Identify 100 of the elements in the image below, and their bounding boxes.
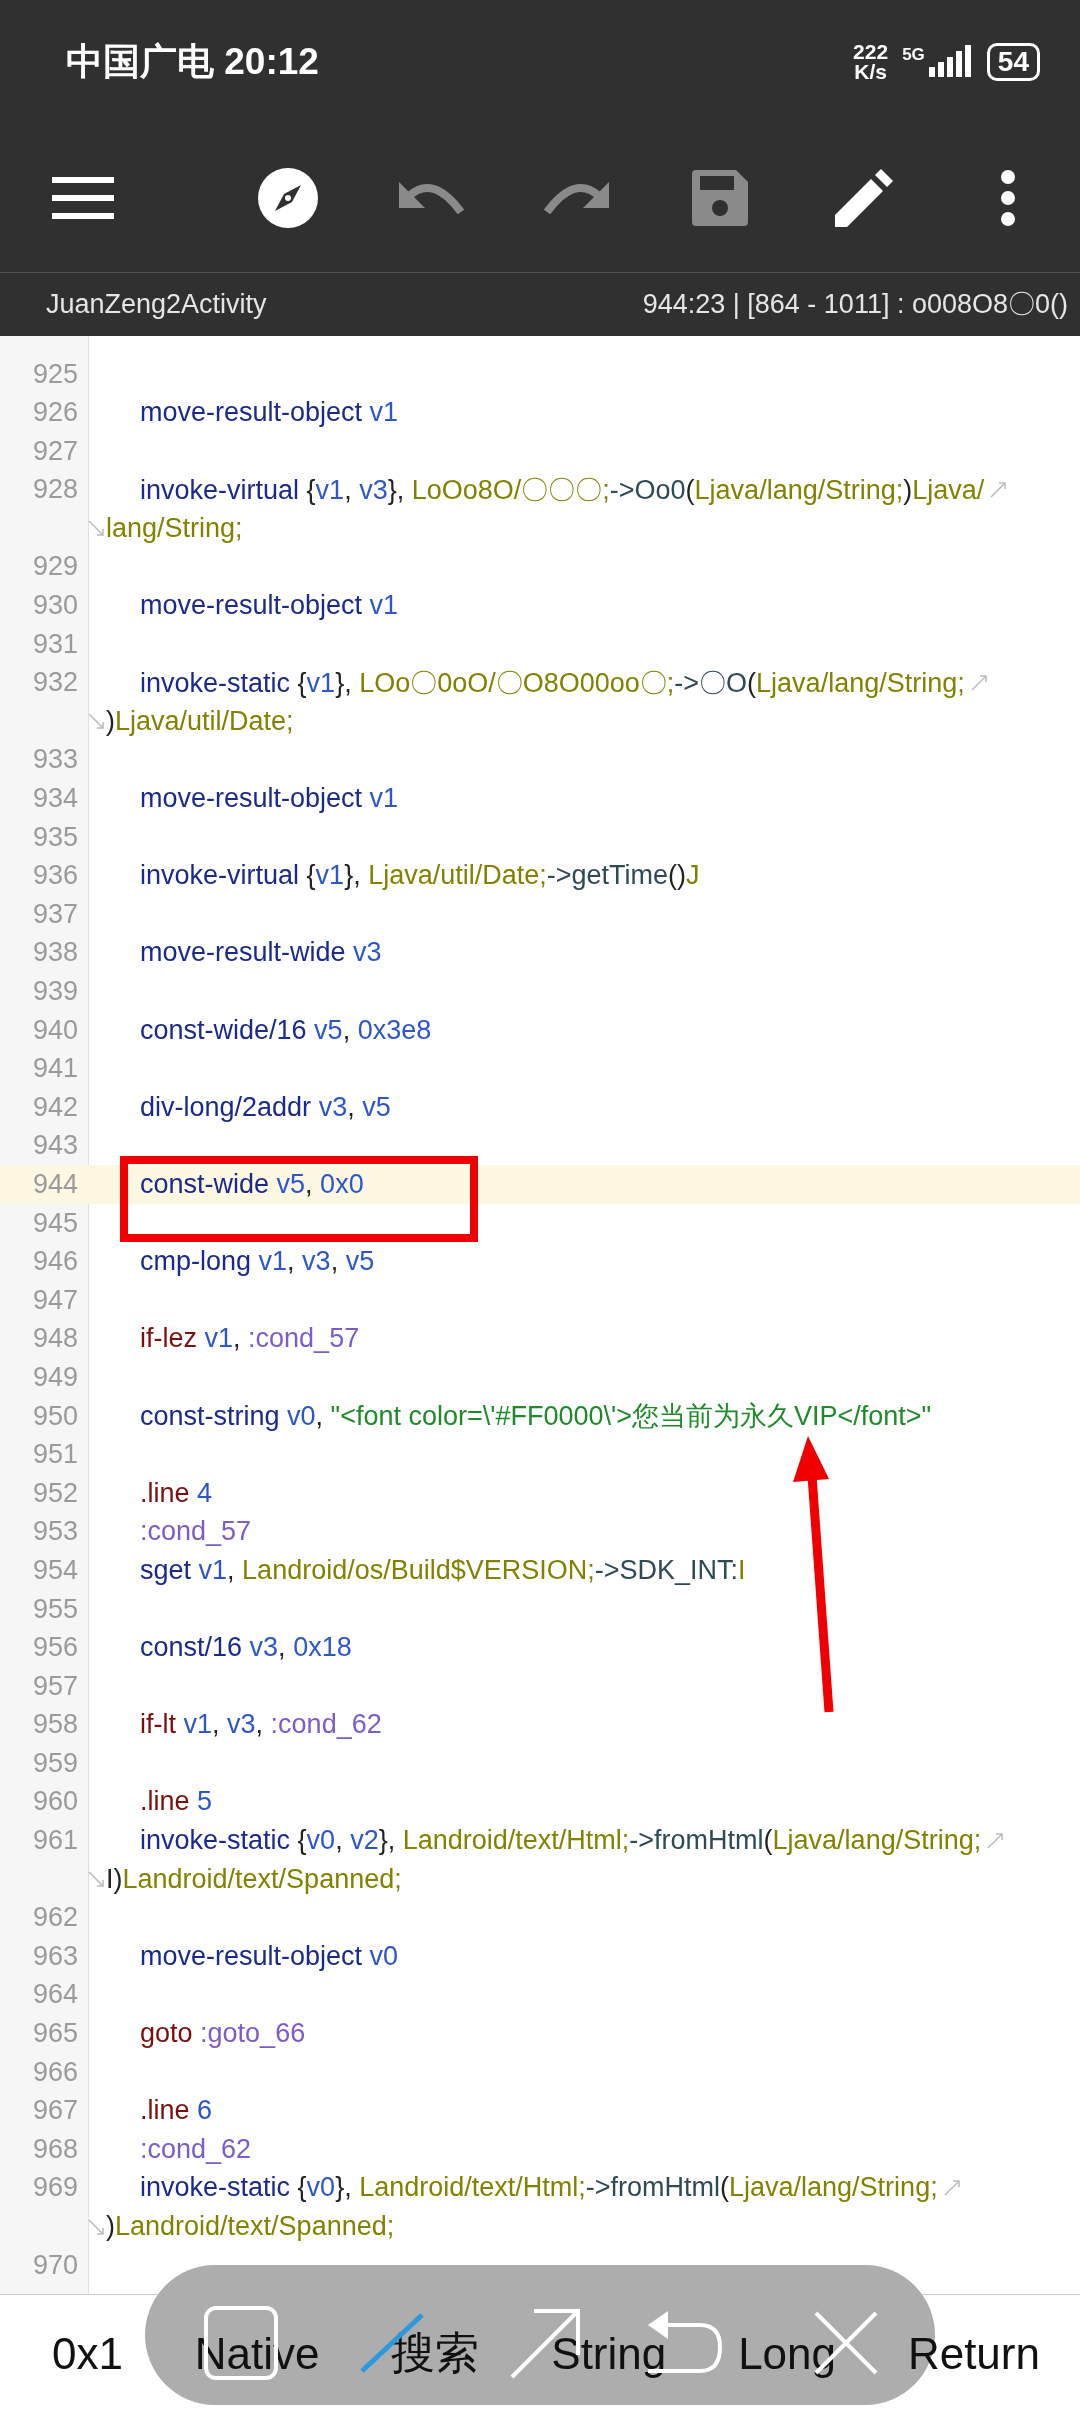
- line-number: 958: [31, 1709, 78, 1741]
- line-number: 941: [31, 1053, 78, 1085]
- code-line: const-wide/16 v5, 0x3e8: [140, 1014, 432, 1046]
- code-line: lang/String;: [106, 512, 243, 544]
- wrap-icon: [943, 2179, 960, 2196]
- code-line: if-lez v1, :cond_57: [140, 1323, 360, 1355]
- line-number: 970: [31, 2249, 78, 2281]
- battery-level: 54: [986, 42, 1040, 81]
- line-number: 955: [31, 1593, 78, 1625]
- line-number: 945: [31, 1207, 78, 1239]
- line-number: 960: [31, 1786, 78, 1818]
- line-number: 956: [31, 1632, 78, 1664]
- code-line: move-result-object v0: [140, 1940, 399, 1972]
- code-line: if-lt v1, v3, :cond_62: [140, 1709, 382, 1741]
- line-number: 943: [31, 1130, 78, 1162]
- line-number: 929: [31, 551, 78, 583]
- code-line: invoke-static {v1}, LOo〇0oO/〇O8O00oo〇;->〇O(Ljava/lang/String;: [140, 666, 965, 700]
- code-line: .line 4: [140, 1477, 213, 1509]
- code-line: move-result-object v1: [140, 783, 399, 815]
- line-number: 969: [31, 2172, 78, 2204]
- keyword-key[interactable]: Long: [738, 2328, 836, 2379]
- line-number: 927: [31, 435, 78, 467]
- line-number: 964: [31, 1979, 78, 2011]
- keyword-key[interactable]: 0x1: [52, 2328, 123, 2379]
- line-number: 957: [31, 1670, 78, 1702]
- wrap-icon: [88, 520, 104, 537]
- code-line: invoke-virtual {v1, v3}, LoOo8O/〇〇〇;->Oo0(Ljava/lang/String;)Ljava/: [140, 473, 985, 507]
- line-number: 939: [31, 976, 78, 1007]
- line-number: 965: [31, 2018, 78, 2050]
- code-line: const/16 v3, 0x18: [140, 1632, 352, 1664]
- line-number: 948: [31, 1323, 78, 1355]
- more-icon: [1000, 169, 1016, 226]
- line-number: 961: [31, 1825, 78, 1857]
- code-line: :cond_57: [140, 1516, 252, 1548]
- keyword-key[interactable]: 搜索: [391, 2324, 480, 2384]
- line-number: 936: [31, 860, 78, 892]
- line-number: 933: [31, 744, 78, 776]
- line-number: 949: [31, 1361, 78, 1393]
- compass-icon: [257, 166, 319, 229]
- code-line: )Ljava/util/Date;: [106, 705, 294, 737]
- line-number: 967: [31, 2095, 78, 2127]
- line-number: 938: [31, 937, 78, 969]
- code-line: )Landroid/text/Spanned;: [106, 2211, 395, 2242]
- line-number: 934: [31, 783, 78, 815]
- line-number: 963: [31, 1940, 78, 1972]
- line-number: 926: [31, 397, 78, 429]
- keyword-key[interactable]: Return: [907, 2328, 1040, 2379]
- code-line: sget v1, Landroid/os/Build$VERSION;->SDK_INT:I: [140, 1554, 746, 1586]
- line-number: 944: [31, 1169, 78, 1200]
- line-number: 935: [31, 821, 78, 853]
- line-number: 962: [31, 1902, 78, 1934]
- line-number: 951: [31, 1439, 78, 1471]
- menu-icon: [52, 174, 114, 221]
- code-line: invoke-virtual {v1}, Ljava/util/Date;->getTime()J: [140, 860, 700, 892]
- code-line: move-result-object v1: [140, 397, 399, 429]
- line-number: 928: [31, 474, 78, 506]
- code-line: invoke-static {v0, v2}, Landroid/text/Html;->fromHtml(Ljava/lang/String;: [140, 1825, 982, 1857]
- code-line: const-string v0, "<font color=\'#FF0000\'>您当前为永久VIP</font>": [140, 1400, 932, 1434]
- signal-icon: [926, 44, 973, 79]
- code-line: .line 5: [140, 1786, 213, 1818]
- line-number: 946: [31, 1246, 78, 1278]
- line-number: 940: [31, 1014, 78, 1046]
- line-number: 952: [31, 1477, 78, 1509]
- code-line: I)Landroid/text/Spanned;: [106, 1863, 402, 1895]
- wrap-icon: [990, 481, 1007, 498]
- code-line: move-result-object v1: [140, 590, 399, 622]
- keyword-key[interactable]: Native: [194, 2328, 320, 2379]
- cursor-position: 944:23 | [864 - 1011] : o008O8〇0(): [642, 288, 1068, 322]
- code-line: const-wide v5, 0x0: [140, 1169, 364, 1200]
- line-number: 959: [31, 1747, 78, 1779]
- line-number: 968: [31, 2133, 78, 2165]
- code-line: cmp-long v1, v3, v5: [140, 1246, 375, 1278]
- network-speed: 222 K/s: [853, 41, 889, 82]
- network-type: 5G: [902, 44, 925, 65]
- wrap-icon: [970, 674, 987, 691]
- code-line: move-result-wide v3: [140, 937, 382, 969]
- wrap-icon: [88, 2218, 104, 2235]
- pencil-icon: [835, 168, 893, 227]
- wrap-icon: [88, 713, 104, 730]
- wrap-icon: [987, 1832, 1004, 1849]
- code-line: .line 6: [140, 2095, 213, 2127]
- class-name: JuanZeng2Activity: [46, 288, 267, 320]
- line-number: 925: [31, 358, 78, 390]
- status-time: 中国广电 20:12: [66, 39, 319, 84]
- line-number: 942: [31, 1091, 78, 1123]
- line-number: 930: [31, 590, 78, 622]
- line-number: 950: [31, 1400, 78, 1432]
- line-number: 966: [31, 2056, 78, 2088]
- line-number: 947: [31, 1284, 78, 1316]
- line-number: 931: [31, 628, 78, 660]
- code-line: :cond_62: [140, 2133, 252, 2165]
- code-line: div-long/2addr v3, v5: [140, 1091, 391, 1123]
- wrap-icon: [88, 1871, 104, 1888]
- line-number: 953: [31, 1516, 78, 1548]
- keyword-key[interactable]: String: [551, 2328, 667, 2379]
- line-number: 932: [31, 667, 78, 699]
- line-number: 937: [31, 898, 78, 930]
- code-line: invoke-static {v0}, Landroid/text/Html;->fromHtml(Ljava/lang/String;: [140, 2172, 938, 2204]
- code-line: goto :goto_66: [140, 2018, 306, 2050]
- save-icon: [692, 169, 748, 226]
